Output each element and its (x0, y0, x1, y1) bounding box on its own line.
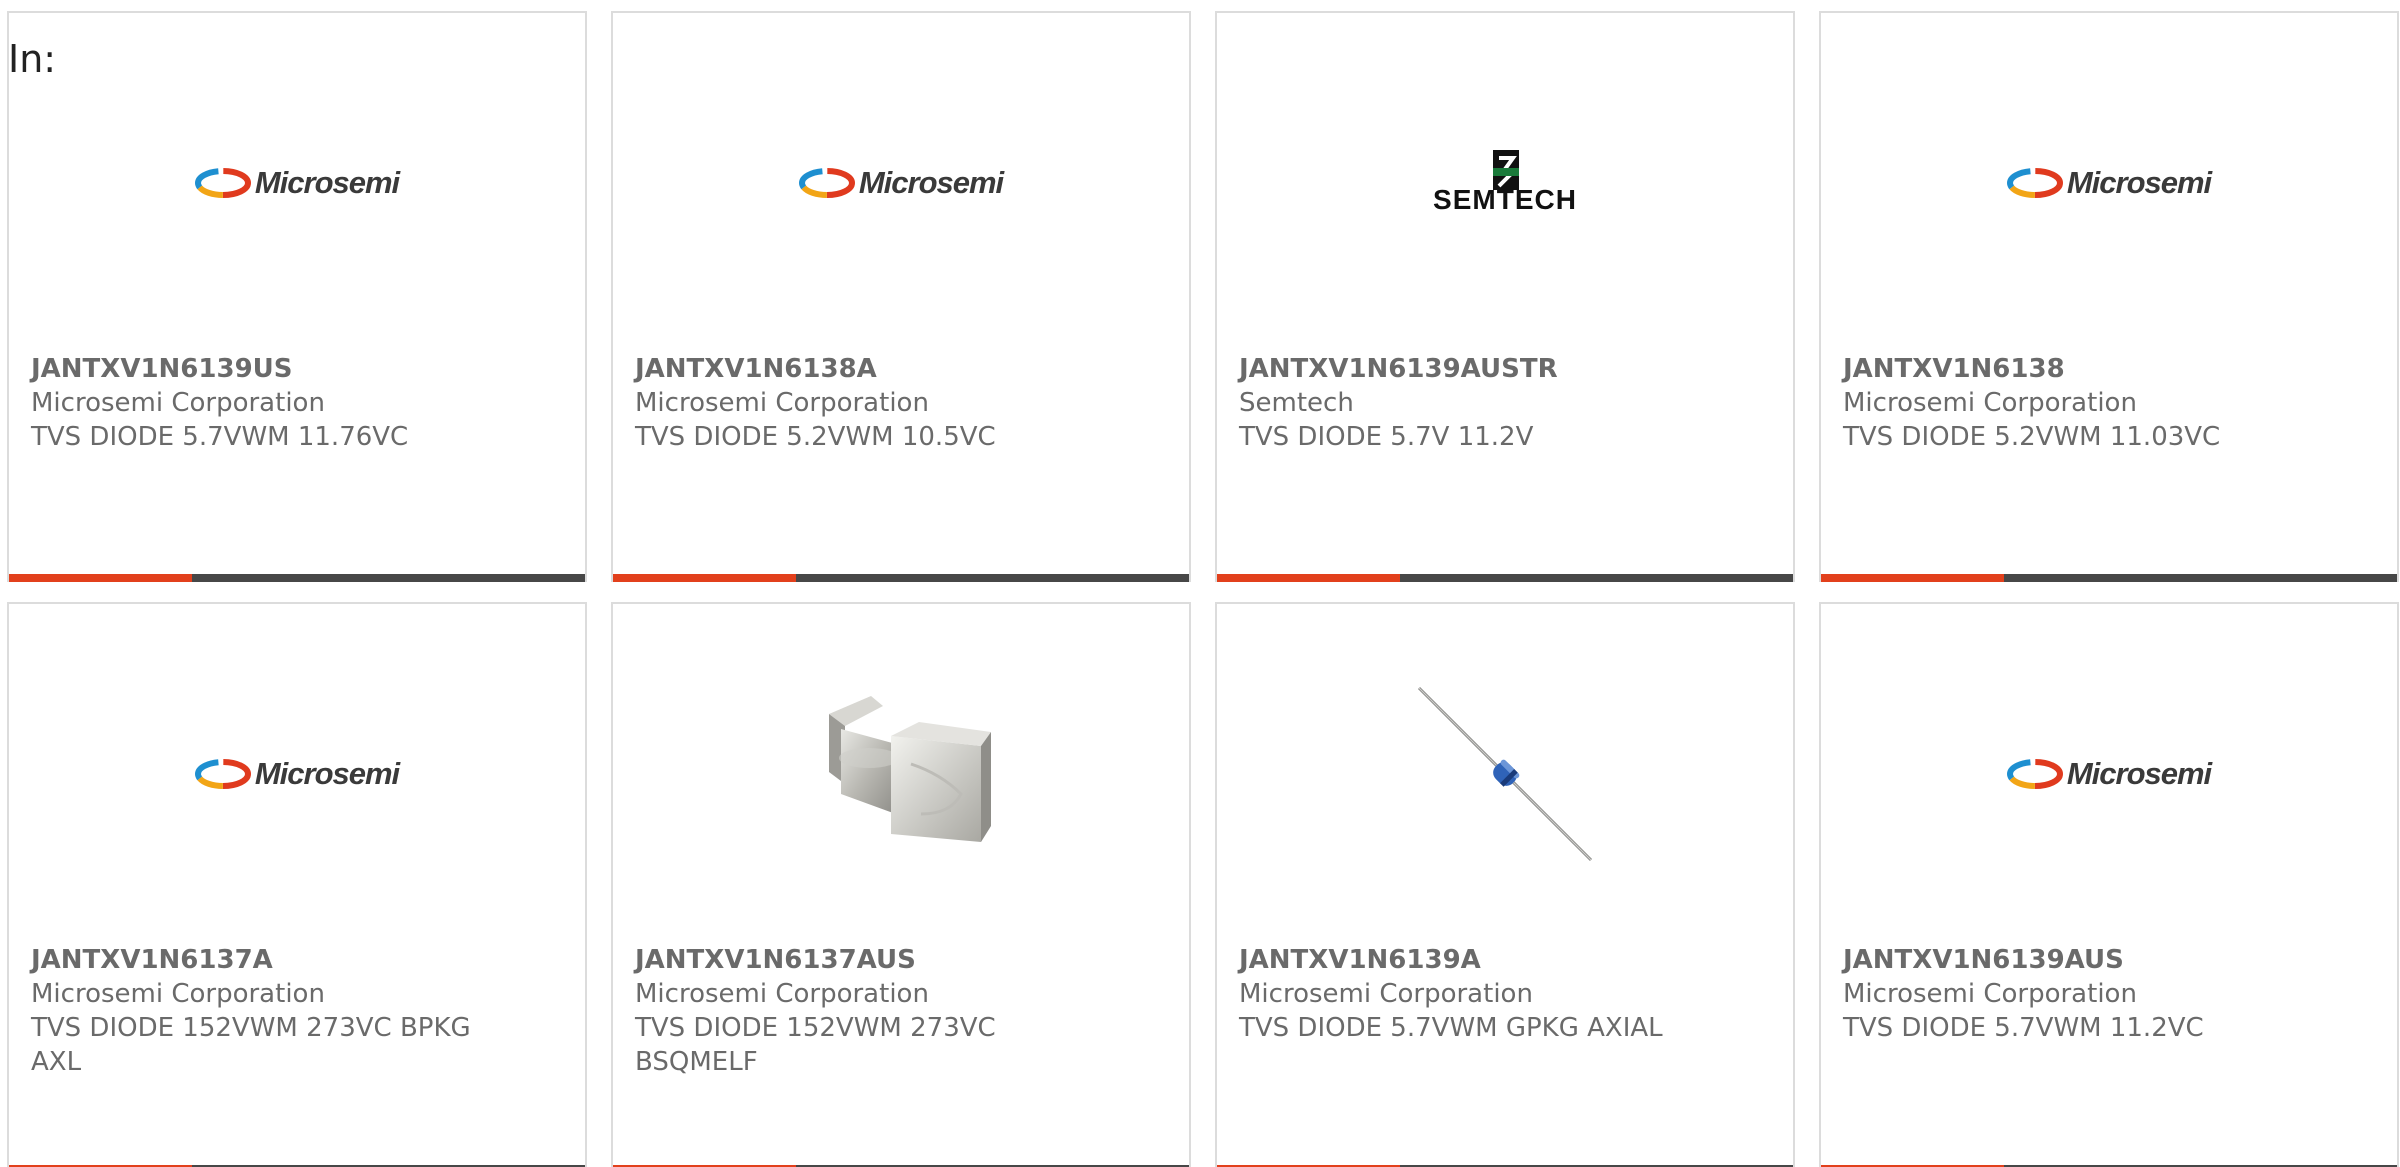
product-card[interactable]: SEMTECH JANTXV1N6139AUSTR Semtech TVS DI… (1215, 11, 1795, 582)
part-number-link[interactable]: JANTXV1N6139A (1239, 943, 1771, 977)
product-card[interactable]: JANTXV1N6139A Microsemi Corporation TVS … (1215, 602, 1795, 1167)
microsemi-swirl-icon (194, 759, 251, 789)
part-number-link[interactable]: JANTXV1N6138 (1843, 352, 2375, 386)
product-card[interactable]: Microsemi JANTXV1N6138 Microsemi Corpora… (1819, 11, 2399, 582)
microsemi-logo: Microsemi (2006, 674, 2212, 874)
microsemi-logo: Microsemi (194, 83, 400, 283)
microsemi-logo-text: Microsemi (2066, 165, 2212, 200)
card-accent-bar (9, 574, 192, 582)
description: TVS DIODE 5.2VWM 10.5VC (635, 422, 996, 452)
part-number-link[interactable]: JANTXV1N6138A (635, 352, 1167, 386)
description: TVS DIODE 5.7VWM 11.76VC (31, 422, 409, 452)
description: TVS DIODE 5.2VWM 11.03VC (1843, 422, 2221, 452)
manufacturer: Microsemi Corporation (635, 388, 929, 418)
product-card[interactable]: Microsemi JANTXV1N6138A Microsemi Corpor… (611, 11, 1191, 582)
product-card[interactable]: JANTXV1N6137AUS Microsemi Corporation TV… (611, 602, 1191, 1167)
microsemi-swirl-icon (2006, 168, 2063, 198)
semtech-logo-text: SEMTECH (1433, 184, 1577, 215)
description: TVS DIODE 152VWM 273VC BPKG AXL (31, 1013, 471, 1077)
part-number-link[interactable]: JANTXV1N6137AUS (635, 943, 1167, 977)
microsemi-logo-text: Microsemi (254, 165, 400, 200)
microsemi-logo: Microsemi (194, 674, 400, 874)
card-accent-bar (613, 574, 796, 582)
microsemi-swirl-icon (798, 168, 855, 198)
description: TVS DIODE 5.7VWM GPKG AXIAL (1239, 1013, 1663, 1043)
manufacturer: Microsemi Corporation (31, 388, 325, 418)
part-number-link[interactable]: JANTXV1N6139AUSTR (1239, 352, 1771, 386)
product-card[interactable]: Microsemi JANTXV1N6139US Microsemi Corpo… (7, 11, 587, 582)
product-grid: Microsemi JANTXV1N6139US Microsemi Corpo… (7, 11, 2400, 1167)
square-melf-image (801, 674, 1001, 874)
product-card[interactable]: Microsemi JANTXV1N6137A Microsemi Corpor… (7, 602, 587, 1167)
axial-diode-photo (1405, 674, 1605, 874)
microsemi-logo-text: Microsemi (858, 165, 1004, 200)
microsemi-logo-text: Microsemi (254, 756, 400, 791)
manufacturer: Semtech (1239, 388, 1354, 418)
manufacturer: Microsemi Corporation (1843, 388, 2137, 418)
part-number-link[interactable]: JANTXV1N6139US (31, 352, 563, 386)
axial-diode-image (1405, 674, 1605, 874)
part-number-link[interactable]: JANTXV1N6139AUS (1843, 943, 2375, 977)
square-melf-component-photo (801, 674, 1001, 874)
microsemi-logo: Microsemi (798, 83, 1004, 283)
microsemi-swirl-icon (194, 168, 251, 198)
part-number-link[interactable]: JANTXV1N6137A (31, 943, 563, 977)
manufacturer: Microsemi Corporation (635, 979, 929, 1009)
in-label: In: (8, 37, 57, 81)
microsemi-logo: Microsemi (2006, 83, 2212, 283)
manufacturer: Microsemi Corporation (31, 979, 325, 1009)
description: TVS DIODE 5.7V 11.2V (1239, 422, 1534, 452)
manufacturer: Microsemi Corporation (1843, 979, 2137, 1009)
manufacturer: Microsemi Corporation (1239, 979, 1533, 1009)
card-accent-bar (1821, 574, 2004, 582)
description: TVS DIODE 5.7VWM 11.2VC (1843, 1013, 2204, 1043)
microsemi-swirl-icon (2006, 759, 2063, 789)
card-accent-bar (1217, 574, 1400, 582)
description: TVS DIODE 152VWM 273VC BSQMELF (635, 1013, 996, 1077)
semtech-logo: SEMTECH (1405, 83, 1605, 283)
product-card[interactable]: Microsemi JANTXV1N6139AUS Microsemi Corp… (1819, 602, 2399, 1167)
microsemi-logo-text: Microsemi (2066, 756, 2212, 791)
